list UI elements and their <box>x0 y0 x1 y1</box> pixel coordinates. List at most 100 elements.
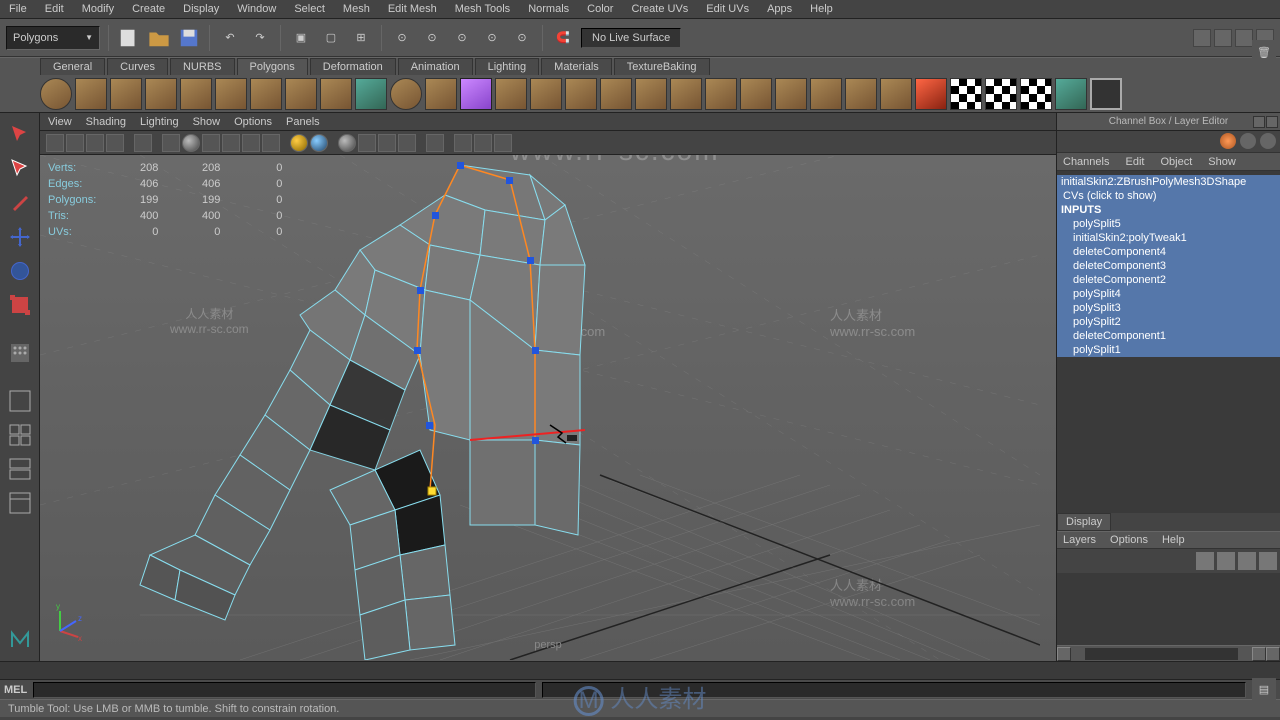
script-editor-icon[interactable]: ▤ <box>1252 678 1276 702</box>
xray-icon[interactable] <box>358 134 376 152</box>
poly-plane-icon[interactable] <box>180 78 212 110</box>
poly-op5-icon[interactable] <box>635 78 667 110</box>
menu-createuvs[interactable]: Create UVs <box>622 1 697 17</box>
tool-settings-icon[interactable] <box>1235 29 1253 47</box>
input-polysplit2[interactable]: polySplit2 <box>1057 315 1280 329</box>
camera-select-icon[interactable] <box>46 134 64 152</box>
image-plane-icon[interactable] <box>106 134 124 152</box>
menu-display[interactable]: Display <box>174 1 228 17</box>
poly-op6-icon[interactable] <box>670 78 702 110</box>
poly-helix-icon[interactable] <box>320 78 352 110</box>
poly-op8-icon[interactable] <box>740 78 772 110</box>
poly-soccer-icon[interactable] <box>390 78 422 110</box>
redo-icon[interactable]: ↷ <box>248 26 272 50</box>
input-polysplit5[interactable]: polySplit5 <box>1057 217 1280 231</box>
poly-sculpt-icon[interactable] <box>915 78 947 110</box>
shelf-tab-curves[interactable]: Curves <box>107 58 168 75</box>
slider-icon[interactable] <box>1240 133 1256 149</box>
uv-checker2-icon[interactable] <box>985 78 1017 110</box>
resolution-gate-icon[interactable] <box>426 134 444 152</box>
menu-edituvs[interactable]: Edit UVs <box>697 1 758 17</box>
ao-icon[interactable] <box>398 134 416 152</box>
grid-toggle-icon[interactable] <box>134 134 152 152</box>
snap-grid-icon[interactable]: ⊙ <box>390 26 414 50</box>
mel-input[interactable] <box>33 682 536 698</box>
shelf-tab-materials[interactable]: Materials <box>541 58 612 75</box>
open-scene-icon[interactable] <box>147 26 171 50</box>
viewport20-icon[interactable] <box>310 134 328 152</box>
layout-four-icon[interactable] <box>4 419 36 451</box>
poly-cylinder-icon[interactable] <box>110 78 142 110</box>
shelf-tab-animation[interactable]: Animation <box>398 58 473 75</box>
cb-menu-object[interactable]: Object <box>1160 156 1192 168</box>
poly-pyramid-icon[interactable] <box>250 78 282 110</box>
shelf-tab-lighting[interactable]: Lighting <box>475 58 540 75</box>
menu-select[interactable]: Select <box>285 1 334 17</box>
panel-menu-panels[interactable]: Panels <box>286 116 320 128</box>
panel-menu-lighting[interactable]: Lighting <box>140 116 179 128</box>
minimize-icon[interactable] <box>1253 116 1265 128</box>
maya-logo-icon[interactable] <box>4 623 36 655</box>
lasso-tool-icon[interactable] <box>4 153 36 185</box>
poly-op3-icon[interactable] <box>565 78 597 110</box>
menu-color[interactable]: Color <box>578 1 622 17</box>
poly-cube-icon[interactable] <box>75 78 107 110</box>
panel-menu-options[interactable]: Options <box>234 116 272 128</box>
poly-cone-icon[interactable] <box>145 78 177 110</box>
move-tool-icon[interactable] <box>4 221 36 253</box>
shelf-tab-general[interactable]: General <box>40 58 105 75</box>
layer-up-icon[interactable] <box>1217 552 1235 570</box>
poly-pipe-icon[interactable] <box>285 78 317 110</box>
cb-menu-show[interactable]: Show <box>1208 156 1236 168</box>
menu-modify[interactable]: Modify <box>73 1 123 17</box>
panel-menu-shading[interactable]: Shading <box>86 116 126 128</box>
shelf-tab-deformation[interactable]: Deformation <box>310 58 396 75</box>
snap-plane-icon[interactable]: ⊙ <box>480 26 504 50</box>
uv-snapshot-icon[interactable] <box>1090 78 1122 110</box>
shape-name[interactable]: initialSkin2:ZBrushPolyMesh3DShape <box>1057 175 1280 189</box>
poly-type-icon[interactable] <box>355 78 387 110</box>
menu-editmesh[interactable]: Edit Mesh <box>379 1 446 17</box>
menu-edit[interactable]: Edit <box>36 1 73 17</box>
make-live-icon[interactable]: 🧲 <box>551 26 575 50</box>
render-icon[interactable] <box>474 134 492 152</box>
poly-op2-icon[interactable] <box>530 78 562 110</box>
manip-icon[interactable] <box>1220 133 1236 149</box>
scroll-right-icon[interactable] <box>1252 647 1266 661</box>
select-tool-icon[interactable] <box>4 119 36 151</box>
select-hier-icon[interactable]: ▣ <box>289 26 313 50</box>
poly-op11-icon[interactable] <box>845 78 877 110</box>
menu-apps[interactable]: Apps <box>758 1 801 17</box>
wireframe-icon[interactable] <box>162 134 180 152</box>
select-obj-icon[interactable]: ▢ <box>319 26 343 50</box>
uv-editor-icon[interactable] <box>1055 78 1087 110</box>
scroll-right2-icon[interactable] <box>1266 647 1280 661</box>
wire-shaded-icon[interactable] <box>202 134 220 152</box>
poly-op9-icon[interactable] <box>775 78 807 110</box>
menu-normals[interactable]: Normals <box>519 1 578 17</box>
panel-menu-show[interactable]: Show <box>193 116 221 128</box>
select-cam-icon[interactable] <box>454 134 472 152</box>
uv-checker3-icon[interactable] <box>1020 78 1052 110</box>
xray-joints-icon[interactable] <box>378 134 396 152</box>
menu-mesh[interactable]: Mesh <box>334 1 379 17</box>
snap-live-icon[interactable]: ⊙ <box>510 26 534 50</box>
snap-curve-icon[interactable]: ⊙ <box>420 26 444 50</box>
input-polytweak1[interactable]: initialSkin2:polyTweak1 <box>1057 231 1280 245</box>
layer-add-icon[interactable] <box>1259 552 1277 570</box>
display-tab[interactable]: Display <box>1057 513 1111 531</box>
viewport-3d[interactable]: 人人素材www.rr-sc.com 人人素材www.rr-sc.com 人人素材… <box>40 155 1056 661</box>
cb-menu-channels[interactable]: Channels <box>1063 156 1109 168</box>
layers-list[interactable] <box>1057 573 1280 645</box>
layout-two-h-icon[interactable] <box>4 453 36 485</box>
save-scene-icon[interactable] <box>177 26 201 50</box>
poly-op1-icon[interactable] <box>495 78 527 110</box>
menu-help[interactable]: Help <box>801 1 842 17</box>
new-scene-icon[interactable] <box>117 26 141 50</box>
input-polysplit3[interactable]: polySplit3 <box>1057 301 1280 315</box>
attr-ed-icon[interactable] <box>1214 29 1232 47</box>
poly-plat2-icon[interactable] <box>460 78 492 110</box>
input-deletecomp4[interactable]: deleteComponent4 <box>1057 245 1280 259</box>
high-quality-icon[interactable] <box>290 134 308 152</box>
layers-menu-help[interactable]: Help <box>1162 534 1185 546</box>
